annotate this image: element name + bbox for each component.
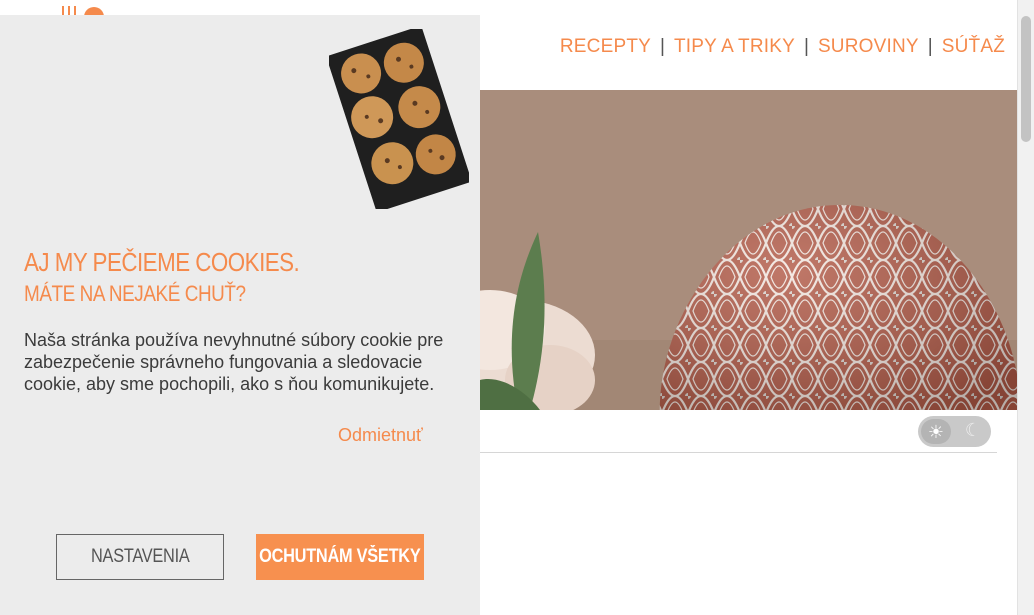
nav-item-suroviny[interactable]: SUROVINY	[818, 36, 919, 58]
cookie-subtitle: MÁTE NA NEJAKÉ CHUŤ?	[24, 281, 246, 306]
cookie-settings-label: NASTAVENIA	[90, 546, 190, 567]
cookie-title: AJ MY PEČIEME COOKIES.	[24, 247, 300, 277]
accept-all-label: OCHUTNÁM VŠETKY	[259, 546, 421, 567]
nav-separator: |	[804, 36, 809, 57]
accept-all-cookies-button[interactable]: OCHUTNÁM VŠETKY	[256, 534, 424, 580]
nav-item-sutaz[interactable]: SÚŤAŽ	[942, 36, 1005, 58]
reject-cookies-link[interactable]: Odmietnuť	[338, 425, 423, 446]
sun-icon: ☀	[921, 419, 951, 444]
cookie-consent-panel: AJ MY PEČIEME COOKIES. MÁTE NA NEJAKÉ CH…	[0, 15, 480, 615]
nav-item-recepty[interactable]: RECEPTY	[560, 36, 651, 58]
scrollbar-thumb[interactable]	[1021, 16, 1031, 142]
theme-toggle[interactable]: ☀ ☾	[918, 416, 991, 447]
nav-separator: |	[927, 36, 933, 57]
easter-egg-illustration	[480, 90, 1017, 410]
cookie-settings-button[interactable]: NASTAVENIA	[56, 534, 224, 580]
nav-item-tipy-a-triky[interactable]: TIPY A TRIKY	[674, 36, 795, 58]
cookie-description: Naša stránka používa nevyhnutné súbory c…	[24, 330, 444, 394]
main-nav: RECEPTY | TIPY A TRIKY | SUROVINY | SÚŤA…	[560, 36, 1005, 58]
content-divider	[480, 452, 997, 453]
cookies-tray-image	[329, 29, 469, 209]
hero-image	[480, 90, 1017, 410]
nav-separator: |	[660, 36, 665, 57]
page-scrollbar[interactable]	[1017, 0, 1034, 615]
moon-icon: ☾	[964, 420, 981, 440]
page: RECEPTY | TIPY A TRIKY | SUROVINY | SÚŤA…	[0, 0, 1034, 615]
